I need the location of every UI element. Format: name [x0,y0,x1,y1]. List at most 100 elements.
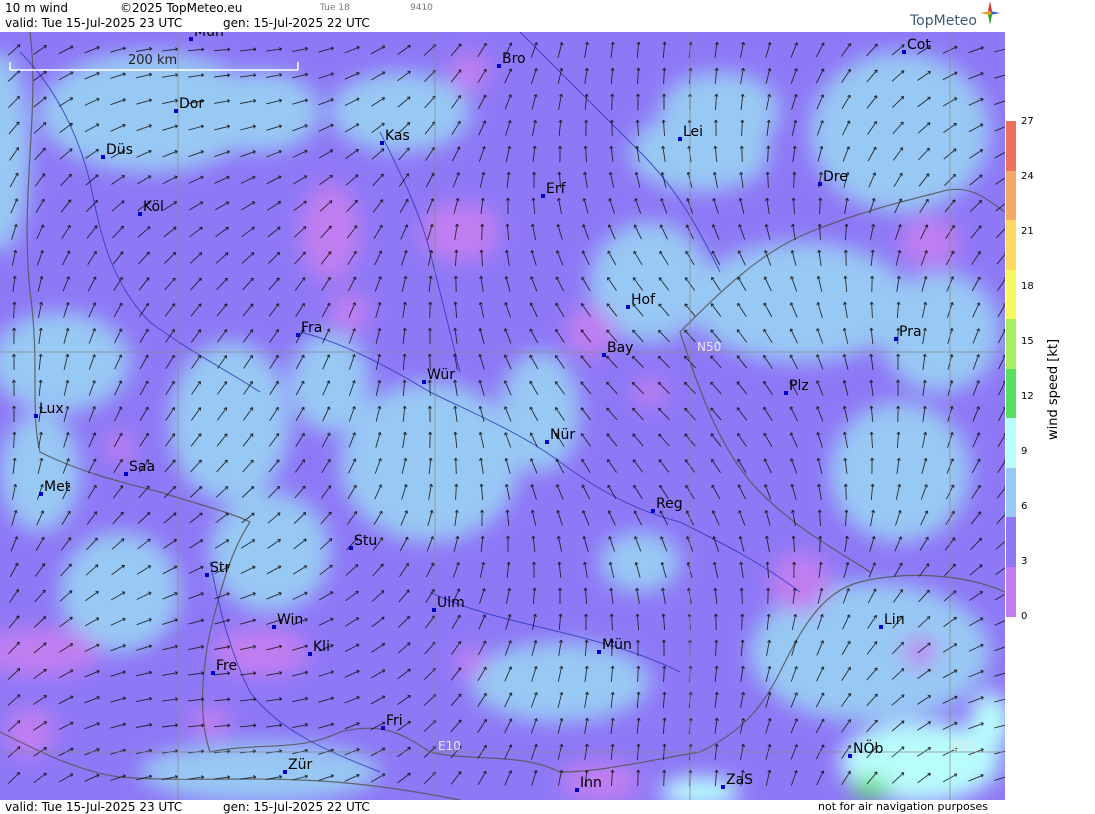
city-label: Fre [216,658,237,674]
code-tag: 9410 [410,3,433,13]
product-title: 10 m wind [5,1,68,15]
city-dot [894,337,898,341]
legend-tick-label: 9 [1021,446,1028,457]
city-label: Zür [288,757,312,773]
city-dot [205,573,209,577]
city-label: Met [44,479,71,495]
city-label: Kli [313,639,330,655]
city-label: Cot [907,37,931,53]
city-dot [818,182,822,186]
legend-swatch [1006,220,1016,270]
city-dot [678,137,682,141]
city-label: Inn [580,775,602,791]
legend-swatch [1006,467,1016,518]
disclaimer: not for air navigation purposes [818,800,988,813]
city-dot [848,754,852,758]
legend-tick-label: 3 [1021,556,1028,567]
legend-tick-label: 18 [1021,281,1034,292]
lon-label-e10: E10 [438,739,461,753]
city-dot [211,671,215,675]
city-dot [380,141,384,145]
legend-swatch [1006,368,1016,419]
legend-swatch [1006,418,1016,468]
city-dot [422,380,426,384]
city-label: Hof [631,292,656,308]
city-dot [296,333,300,337]
city-dot [381,726,385,730]
city-label: Pra [899,324,922,340]
legend-tick-label: 12 [1021,391,1034,402]
city-dot [272,625,276,629]
city-dot [575,788,579,792]
city-dot [174,109,178,113]
legend-swatch [1006,121,1016,171]
legend-tick-label: 15 [1021,336,1034,347]
city-label: Stu [354,533,377,549]
city-label: ZaS [726,772,753,788]
city-label: Mün [194,32,224,40]
city-dot [879,625,883,629]
footer-generated-time: gen: 15-Jul-2025 22 UTC [223,800,370,814]
legend-swatch [1006,269,1016,320]
city-dot [283,770,287,774]
city-label: Köl [143,199,164,215]
city-label: Düs [106,142,133,158]
city-label: Str [210,560,230,576]
legend-swatch [1006,319,1016,369]
copyright-text: ©2025 TopMeteo.eu [120,1,243,15]
topmeteo-logo: TopMeteo [910,1,1000,29]
compass-star-icon [980,1,1000,25]
city-dot [349,546,353,550]
city-dot [432,608,436,612]
city-label: Nür [550,427,575,443]
legend-title: wind speed [kt] [1046,338,1061,440]
city-dot [138,212,142,216]
city-label: Ulm [437,595,465,611]
legend-swatch [1006,517,1016,567]
city-label: Reg [656,496,683,512]
city-dot [39,492,43,496]
city-label: NÖb [853,739,883,757]
city-dot [545,440,549,444]
city-dot [101,155,105,159]
city-dot [308,652,312,656]
city-label: Dor [179,96,204,112]
legend-swatch [1006,566,1016,617]
city-label: Saa [129,459,155,475]
footer-valid-time: valid: Tue 15-Jul-2025 23 UTC [5,800,183,814]
city-label: Mün [602,637,632,653]
logo-text: TopMeteo [910,13,977,29]
city-dot [189,37,193,41]
lon-label-e15: E15 [953,739,976,753]
legend-tick-label: 27 [1021,116,1034,127]
city-dot [34,414,38,418]
city-dot [602,353,606,357]
city-dot [497,64,501,68]
city-dot [902,50,906,54]
city-label: Plz [789,378,809,394]
city-dot [597,650,601,654]
day-tag: Tue 18 [320,3,350,13]
generated-time: gen: 15-Jul-2025 22 UTC [223,16,370,30]
city-label: Dre [823,169,848,185]
city-dot [721,785,725,789]
city-dot [784,391,788,395]
city-label: Fri [386,713,403,729]
city-dot [124,472,128,476]
city-dot [651,509,655,513]
wind-map[interactable]: N50 E10 E15 200 km Mün Bro Cot Dor Kas Lei Düs… [0,32,1005,800]
city-label: Lin [884,612,905,628]
city-label: Bro [502,51,526,67]
city-label: Lei [683,124,703,140]
lat-label-n50: N50 [697,340,721,354]
valid-time: valid: Tue 15-Jul-2025 23 UTC [5,16,183,30]
map-header: 10 m wind ©2025 TopMeteo.eu Tue 18 9410 … [0,0,1005,32]
city-label: Lux [39,401,64,417]
legend-swatch [1006,170,1016,221]
legend-tick-label: 24 [1021,171,1034,182]
scale-bar-label: 200 km [128,53,177,68]
city-label: Wür [427,367,455,383]
city-label: Fra [301,320,322,336]
city-dot [541,194,545,198]
city-label: Kas [385,128,410,144]
